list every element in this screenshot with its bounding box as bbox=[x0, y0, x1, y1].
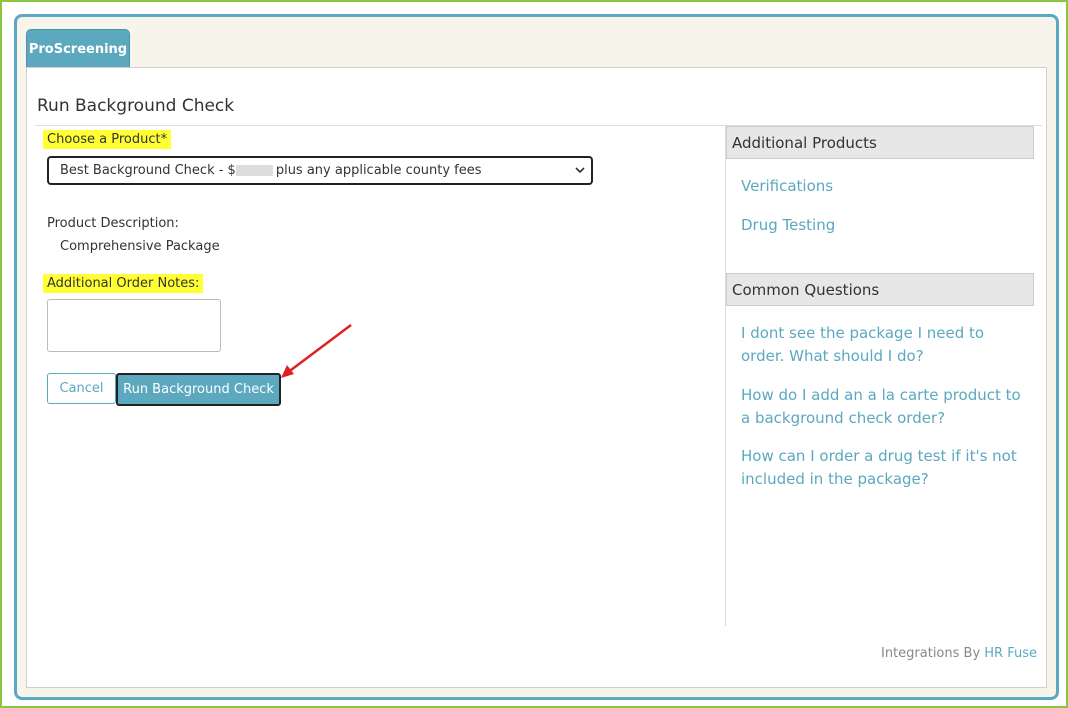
cancel-button[interactable]: Cancel bbox=[47, 373, 116, 404]
product-label: Choose a Product* bbox=[43, 130, 172, 149]
app-frame: ProScreening Run Background Check Choose… bbox=[14, 14, 1059, 700]
tab-proscreening[interactable]: ProScreening bbox=[26, 29, 130, 68]
link-verifications[interactable]: Verifications bbox=[741, 175, 1027, 198]
product-select[interactable]: Best Background Check - $ plus any applic… bbox=[47, 156, 593, 185]
description-label: Product Description: bbox=[47, 216, 179, 231]
product-select-prefix: Best Background Check - $ bbox=[60, 163, 236, 178]
chevron-down-icon bbox=[575, 167, 585, 174]
hr-fuse-link[interactable]: HR Fuse bbox=[984, 646, 1037, 661]
run-background-check-button[interactable]: Run Background Check bbox=[116, 373, 281, 406]
common-questions-header: Common Questions bbox=[726, 273, 1034, 306]
footer: Integrations By HR Fuse bbox=[881, 646, 1037, 661]
product-select-suffix: plus any applicable county fees bbox=[275, 163, 482, 178]
footer-prefix: Integrations By bbox=[880, 646, 981, 661]
redacted-price bbox=[235, 165, 273, 176]
question-link-a-la-carte[interactable]: How do I add an a la carte product to a … bbox=[741, 384, 1027, 430]
red-arrow-annotation bbox=[281, 324, 352, 378]
question-link-drug-test[interactable]: How can I order a drug test if it's not … bbox=[741, 445, 1027, 491]
page-title: Run Background Check bbox=[37, 96, 235, 116]
additional-products-header: Additional Products bbox=[726, 126, 1034, 159]
notes-label: Additional Order Notes: bbox=[43, 274, 204, 293]
question-link-package[interactable]: I dont see the package I need to order. … bbox=[741, 322, 1027, 368]
main-panel: Run Background Check Choose a Product* B… bbox=[26, 67, 1047, 688]
screenshot-border: ProScreening Run Background Check Choose… bbox=[0, 0, 1068, 708]
link-drug-testing[interactable]: Drug Testing bbox=[741, 214, 1027, 237]
order-notes-textarea[interactable] bbox=[47, 299, 221, 352]
description-value: Comprehensive Package bbox=[60, 239, 220, 254]
column-divider bbox=[725, 126, 726, 626]
